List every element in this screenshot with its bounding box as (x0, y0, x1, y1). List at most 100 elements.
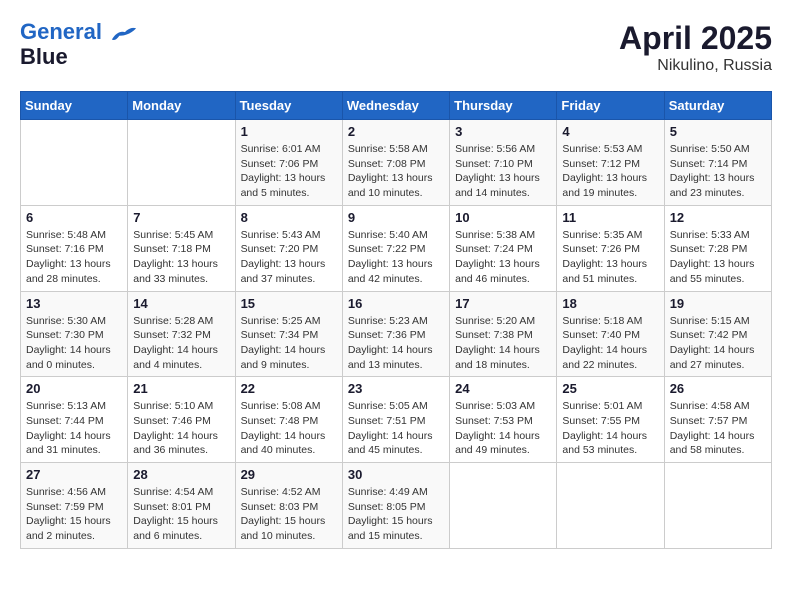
calendar-cell: 5Sunrise: 5:50 AM Sunset: 7:14 PM Daylig… (664, 120, 771, 206)
day-info: Sunrise: 4:52 AM Sunset: 8:03 PM Dayligh… (241, 485, 337, 544)
day-info: Sunrise: 5:10 AM Sunset: 7:46 PM Dayligh… (133, 399, 229, 458)
day-number: 18 (562, 296, 658, 311)
header-day-saturday: Saturday (664, 92, 771, 120)
calendar-cell: 17Sunrise: 5:20 AM Sunset: 7:38 PM Dayli… (450, 291, 557, 377)
calendar-cell: 6 Sunrise: 5:48 AM Sunset: 7:16 PM Daylig… (21, 205, 128, 291)
calendar-cell (557, 463, 664, 549)
day-info: Sunrise: 5:03 AM Sunset: 7:53 PM Dayligh… (455, 399, 551, 458)
calendar-cell: 16Sunrise: 5:23 AM Sunset: 7:36 PM Dayli… (342, 291, 449, 377)
day-info: Sunrise: 5:13 AM Sunset: 7:44 PM Dayligh… (26, 399, 122, 458)
day-info: Sunrise: 5:20 AM Sunset: 7:38 PM Dayligh… (455, 314, 551, 373)
header-day-sunday: Sunday (21, 92, 128, 120)
calendar-cell: 14Sunrise: 5:28 AM Sunset: 7:32 PM Dayli… (128, 291, 235, 377)
day-number: 26 (670, 381, 766, 396)
day-info: Sunrise: 5:33 AM Sunset: 7:28 PM Dayligh… (670, 228, 766, 287)
day-info: Sunrise: 4:49 AM Sunset: 8:05 PM Dayligh… (348, 485, 444, 544)
day-number: 29 (241, 467, 337, 482)
calendar-table: SundayMondayTuesdayWednesdayThursdayFrid… (20, 91, 772, 549)
calendar-cell (450, 463, 557, 549)
day-info: Sunrise: 5:35 AM Sunset: 7:26 PM Dayligh… (562, 228, 658, 287)
calendar-cell: 19Sunrise: 5:15 AM Sunset: 7:42 PM Dayli… (664, 291, 771, 377)
header-day-wednesday: Wednesday (342, 92, 449, 120)
day-info: Sunrise: 4:56 AM Sunset: 7:59 PM Dayligh… (26, 485, 122, 544)
calendar-cell: 26 Sunrise: 4:58 AM Sunset: 7:57 PM Dayli… (664, 377, 771, 463)
calendar-body: 1 Sunrise: 6:01 AM Sunset: 7:06 PM Daylig… (21, 120, 772, 549)
calendar-cell: 11 Sunrise: 5:35 AM Sunset: 7:26 PM Dayli… (557, 205, 664, 291)
calendar-cell: 18 Sunrise: 5:18 AM Sunset: 7:40 PM Dayli… (557, 291, 664, 377)
day-info: Sunrise: 5:15 AM Sunset: 7:42 PM Dayligh… (670, 314, 766, 373)
day-info: Sunrise: 4:58 AM Sunset: 7:57 PM Dayligh… (670, 399, 766, 458)
page-header: General Blue April 2025 Nikulino, Russia (20, 20, 772, 75)
calendar-cell (21, 120, 128, 206)
logo-line1: General (20, 19, 102, 44)
calendar-cell: 22 Sunrise: 5:08 AM Sunset: 7:48 PM Dayli… (235, 377, 342, 463)
month-year-title: April 2025 (619, 20, 772, 57)
day-info: Sunrise: 5:50 AM Sunset: 7:14 PM Dayligh… (670, 142, 766, 201)
calendar-cell: 3Sunrise: 5:56 AM Sunset: 7:10 PM Daylig… (450, 120, 557, 206)
week-row-3: 13 Sunrise: 5:30 AM Sunset: 7:30 PM Dayli… (21, 291, 772, 377)
day-number: 7 (133, 210, 229, 225)
location-title: Nikulino, Russia (619, 57, 772, 75)
calendar-cell: 12 Sunrise: 5:33 AM Sunset: 7:28 PM Dayli… (664, 205, 771, 291)
day-number: 23 (348, 381, 444, 396)
day-number: 9 (348, 210, 444, 225)
calendar-cell: 9Sunrise: 5:40 AM Sunset: 7:22 PM Daylig… (342, 205, 449, 291)
calendar-cell: 25Sunrise: 5:01 AM Sunset: 7:55 PM Dayli… (557, 377, 664, 463)
header-day-monday: Monday (128, 92, 235, 120)
day-info: Sunrise: 5:01 AM Sunset: 7:55 PM Dayligh… (562, 399, 658, 458)
calendar-cell: 13 Sunrise: 5:30 AM Sunset: 7:30 PM Dayli… (21, 291, 128, 377)
calendar-cell: 4 Sunrise: 5:53 AM Sunset: 7:12 PM Daylig… (557, 120, 664, 206)
day-info: Sunrise: 5:25 AM Sunset: 7:34 PM Dayligh… (241, 314, 337, 373)
logo: General Blue (20, 20, 138, 70)
day-info: Sunrise: 5:58 AM Sunset: 7:08 PM Dayligh… (348, 142, 444, 201)
day-number: 21 (133, 381, 229, 396)
calendar-cell: 2 Sunrise: 5:58 AM Sunset: 7:08 PM Daylig… (342, 120, 449, 206)
title-block: April 2025 Nikulino, Russia (619, 20, 772, 75)
day-info: Sunrise: 5:53 AM Sunset: 7:12 PM Dayligh… (562, 142, 658, 201)
day-info: Sunrise: 5:45 AM Sunset: 7:18 PM Dayligh… (133, 228, 229, 287)
week-row-2: 6 Sunrise: 5:48 AM Sunset: 7:16 PM Daylig… (21, 205, 772, 291)
week-row-1: 1 Sunrise: 6:01 AM Sunset: 7:06 PM Daylig… (21, 120, 772, 206)
day-number: 2 (348, 124, 444, 139)
calendar-cell: 1 Sunrise: 6:01 AM Sunset: 7:06 PM Daylig… (235, 120, 342, 206)
day-info: Sunrise: 4:54 AM Sunset: 8:01 PM Dayligh… (133, 485, 229, 544)
day-number: 8 (241, 210, 337, 225)
logo-bird-icon (110, 22, 138, 44)
day-number: 22 (241, 381, 337, 396)
day-number: 15 (241, 296, 337, 311)
day-info: Sunrise: 5:23 AM Sunset: 7:36 PM Dayligh… (348, 314, 444, 373)
calendar-cell: 27Sunrise: 4:56 AM Sunset: 7:59 PM Dayli… (21, 463, 128, 549)
calendar-cell: 29 Sunrise: 4:52 AM Sunset: 8:03 PM Dayli… (235, 463, 342, 549)
logo-line2: Blue (20, 44, 138, 70)
week-row-4: 20 Sunrise: 5:13 AM Sunset: 7:44 PM Dayli… (21, 377, 772, 463)
day-number: 11 (562, 210, 658, 225)
day-number: 24 (455, 381, 551, 396)
week-row-5: 27Sunrise: 4:56 AM Sunset: 7:59 PM Dayli… (21, 463, 772, 549)
calendar-header-row: SundayMondayTuesdayWednesdayThursdayFrid… (21, 92, 772, 120)
day-number: 20 (26, 381, 122, 396)
calendar-cell (664, 463, 771, 549)
day-number: 1 (241, 124, 337, 139)
day-info: Sunrise: 6:01 AM Sunset: 7:06 PM Dayligh… (241, 142, 337, 201)
calendar-cell: 8Sunrise: 5:43 AM Sunset: 7:20 PM Daylig… (235, 205, 342, 291)
day-info: Sunrise: 5:18 AM Sunset: 7:40 PM Dayligh… (562, 314, 658, 373)
day-info: Sunrise: 5:30 AM Sunset: 7:30 PM Dayligh… (26, 314, 122, 373)
day-info: Sunrise: 5:28 AM Sunset: 7:32 PM Dayligh… (133, 314, 229, 373)
day-info: Sunrise: 5:56 AM Sunset: 7:10 PM Dayligh… (455, 142, 551, 201)
day-number: 12 (670, 210, 766, 225)
day-number: 6 (26, 210, 122, 225)
day-info: Sunrise: 5:48 AM Sunset: 7:16 PM Dayligh… (26, 228, 122, 287)
header-day-friday: Friday (557, 92, 664, 120)
day-info: Sunrise: 5:05 AM Sunset: 7:51 PM Dayligh… (348, 399, 444, 458)
header-day-thursday: Thursday (450, 92, 557, 120)
calendar-cell: 7 Sunrise: 5:45 AM Sunset: 7:18 PM Daylig… (128, 205, 235, 291)
calendar-cell: 24 Sunrise: 5:03 AM Sunset: 7:53 PM Dayli… (450, 377, 557, 463)
day-number: 4 (562, 124, 658, 139)
calendar-cell: 23 Sunrise: 5:05 AM Sunset: 7:51 PM Dayli… (342, 377, 449, 463)
day-number: 10 (455, 210, 551, 225)
day-number: 13 (26, 296, 122, 311)
calendar-cell: 30Sunrise: 4:49 AM Sunset: 8:05 PM Dayli… (342, 463, 449, 549)
day-info: Sunrise: 5:08 AM Sunset: 7:48 PM Dayligh… (241, 399, 337, 458)
calendar-cell: 15 Sunrise: 5:25 AM Sunset: 7:34 PM Dayli… (235, 291, 342, 377)
calendar-cell: 28Sunrise: 4:54 AM Sunset: 8:01 PM Dayli… (128, 463, 235, 549)
